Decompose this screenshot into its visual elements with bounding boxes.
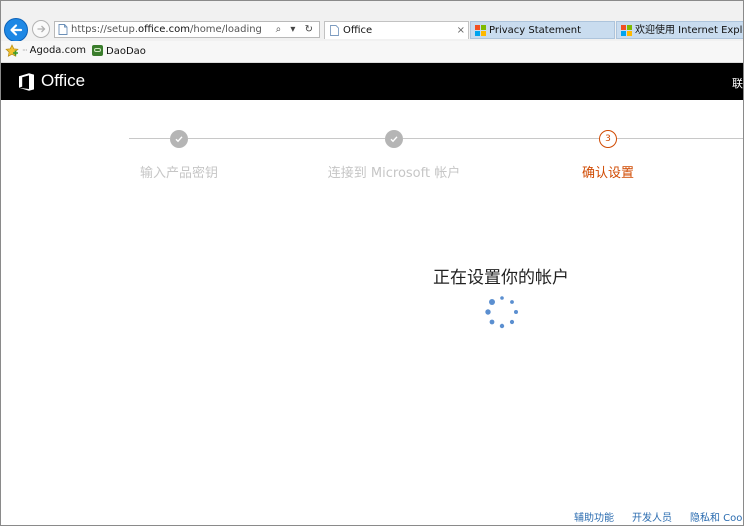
tab-office[interactable]: Office × [324, 21, 469, 39]
page-icon [330, 25, 339, 36]
spinner-dot [509, 319, 515, 325]
footer-link-accessibility[interactable]: 辅助功能 [574, 509, 614, 524]
forward-button[interactable] [32, 20, 50, 38]
tab-label: 欢迎使用 Internet Explorer [635, 25, 743, 36]
footer-link-privacy[interactable]: 隐私和 Cook [690, 509, 743, 524]
favorites-bar: ··· Agoda.com DaoDao [1, 41, 743, 63]
tab-label: Privacy Statement [489, 25, 582, 36]
checkmark-icon [175, 136, 183, 143]
address-url: https://setup.office.com/home/loading [71, 24, 262, 35]
arrow-left-icon [10, 24, 23, 36]
step-connector [129, 138, 170, 139]
office-logo-icon[interactable] [18, 73, 35, 91]
page-title: 正在设置你的帐户 [433, 268, 569, 288]
address-actions[interactable]: ⌕ ▾ ↻ [276, 22, 316, 37]
loading-spinner [485, 296, 518, 329]
header-link[interactable]: 联 [732, 75, 743, 91]
tab-label: Office [343, 25, 373, 36]
agoda-icon: ··· [22, 46, 28, 55]
microsoft-logo-icon [475, 25, 486, 36]
tab-privacy-statement[interactable]: Privacy Statement [470, 21, 615, 39]
spinner-dot [510, 300, 514, 304]
close-icon[interactable]: × [457, 22, 465, 39]
arrow-right-icon [37, 25, 46, 33]
spinner-dot [489, 299, 495, 305]
daodao-icon [92, 45, 103, 56]
step-1-complete-indicator [170, 130, 188, 148]
spinner-dot [500, 296, 504, 300]
checkmark-icon [390, 136, 398, 143]
tab-welcome-ie[interactable]: 欢迎使用 Internet Explorer [616, 21, 743, 39]
back-button[interactable] [4, 18, 28, 42]
spinner-dot [485, 309, 491, 315]
office-header: Office 联 [1, 63, 743, 100]
page-icon [58, 24, 68, 35]
favorite-agoda[interactable]: ··· Agoda.com [22, 45, 86, 56]
favorite-daodao[interactable]: DaoDao [92, 45, 146, 57]
step-3-current-indicator: 3 [599, 130, 617, 148]
step-connector [617, 138, 743, 139]
step-2-label: 连接到 Microsoft 帐户 [327, 166, 461, 181]
step-1-label: 输入产品密钥 [139, 166, 219, 181]
office-title[interactable]: Office [41, 71, 85, 91]
spinner-dot [489, 319, 495, 325]
step-2-complete-indicator [385, 130, 403, 148]
browser-window: https://setup.office.com/home/loading ⌕ … [0, 0, 744, 526]
spinner-dot [499, 323, 505, 329]
address-bar[interactable]: https://setup.office.com/home/loading ⌕ … [54, 21, 320, 38]
browser-toolbar: https://setup.office.com/home/loading ⌕ … [1, 1, 743, 42]
footer-link-developers[interactable]: 开发人员 [632, 509, 672, 524]
favorites-star-icon[interactable] [5, 44, 19, 58]
step-3-label: 确认设置 [581, 166, 635, 181]
step-connector [403, 138, 599, 139]
spinner-dot [514, 310, 518, 314]
microsoft-logo-icon [621, 25, 632, 36]
step-connector [188, 138, 385, 139]
